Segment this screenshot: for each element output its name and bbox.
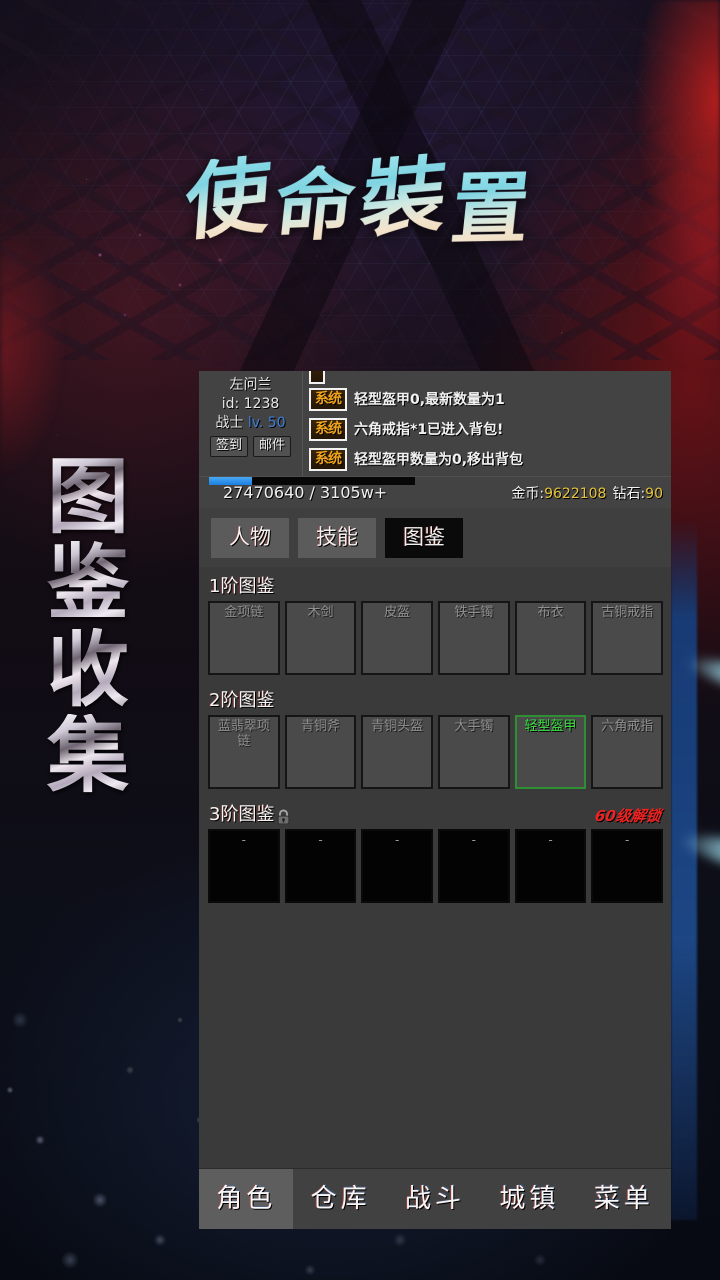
codex-item-name: 青铜斧 — [301, 719, 341, 734]
codex-item-name: 青铜头盔 — [371, 719, 424, 734]
system-tag: 系统 — [309, 447, 347, 471]
gold-label: 金币: — [511, 486, 545, 502]
codex-item-name: 六角戒指 — [601, 719, 654, 734]
nav-item-character[interactable]: 角色 — [199, 1169, 294, 1229]
player-id: id: 1238 — [221, 396, 280, 412]
diamond-label: 钻石: — [612, 486, 646, 502]
tab-codex[interactable]: 图鉴 — [385, 518, 463, 558]
diamond-value: 90 — [645, 486, 663, 502]
system-tag: 系统 — [309, 417, 347, 441]
game-ui-panel: 左问兰 id: 1238 战士 lv. 50 签到 邮件 系统 轻型盔甲0,最新… — [199, 371, 671, 1229]
checkin-button[interactable]: 签到 — [209, 436, 248, 457]
codex-item-name: 木剑 — [307, 605, 334, 620]
section-header: 1阶图鉴 — [207, 575, 663, 599]
lock-icon — [275, 809, 292, 826]
codex-slot[interactable]: 木剑 — [284, 601, 357, 675]
codex-slot[interactable]: 金项链 — [208, 601, 280, 675]
codex-slot-locked[interactable]: - — [284, 829, 357, 903]
section-title: 1阶图鉴 — [209, 576, 275, 597]
codex-slot[interactable]: 大手镯 — [438, 715, 510, 789]
section-title: 2阶图鉴 — [209, 690, 275, 711]
bottom-navigation: 角色 仓库 战斗 城镇 菜单 — [199, 1168, 671, 1229]
codex-slot[interactable]: 皮盔 — [361, 601, 434, 675]
panel-header: 左问兰 id: 1238 战士 lv. 50 签到 邮件 系统 轻型盔甲0,最新… — [199, 371, 671, 476]
nav-item-town[interactable]: 城镇 — [482, 1169, 576, 1229]
system-message-row: 系统 轻型盔甲数量为0,移出背包 — [309, 444, 665, 474]
codex-item-name: 古铜戒指 — [601, 605, 654, 620]
codex-grid: 蓝翡翠项链 青铜斧 青铜头盔 大手镯 轻型盔甲 六角戒指 — [207, 713, 664, 795]
gold-value: 9622108 — [544, 486, 607, 502]
codex-item-name: 皮盔 — [384, 605, 411, 620]
codex-item-name: 铁手镯 — [454, 605, 494, 620]
player-profile[interactable]: 左问兰 id: 1238 战士 lv. 50 签到 邮件 — [199, 371, 303, 476]
system-message-row: 系统 六角戒指*1已进入背包! — [309, 414, 665, 444]
codex-slot-locked[interactable]: - — [438, 829, 510, 903]
panel-tabs: 人物 技能 图鉴 — [199, 508, 671, 567]
tab-skills[interactable]: 技能 — [298, 518, 376, 558]
codex-slot-locked[interactable]: - — [591, 829, 664, 903]
codex-slot[interactable]: 青铜头盔 — [361, 715, 434, 789]
codex-item-name: 金项链 — [224, 605, 264, 620]
system-message-text: 轻型盔甲0,最新数量为1 — [354, 392, 505, 408]
system-tag: 系统 — [309, 387, 347, 411]
codex-slot[interactable]: 布衣 — [514, 601, 587, 675]
codex-slot-owned[interactable]: 轻型盔甲 — [514, 715, 587, 789]
content-empty-area — [207, 909, 663, 1161]
codex-slot[interactable]: 六角戒指 — [591, 715, 664, 789]
codex-item-name: - — [241, 833, 246, 847]
tab-character[interactable]: 人物 — [211, 518, 289, 558]
codex-section-tier3: 3阶图鉴 60级解锁 - - - - - - — [207, 803, 664, 909]
codex-item-name: - — [318, 833, 323, 847]
player-name: 左问兰 — [229, 377, 272, 393]
system-message-log[interactable]: 系统 轻型盔甲0,最新数量为1 系统 六角戒指*1已进入背包! 系统 轻型盔甲数… — [303, 371, 671, 476]
codex-section-tier2: 2阶图鉴 蓝翡翠项链 青铜斧 青铜头盔 大手镯 轻型盔甲 六角戒指 — [207, 689, 664, 795]
player-level: lv. 50 — [247, 415, 286, 431]
unlock-requirement-note: 60级解锁 — [593, 807, 663, 825]
game-screen: 使 命 裝 置 图 鉴 收 集 左问兰 id: 1238 战士 lv. 50 签… — [0, 0, 720, 1280]
codex-slot[interactable]: 青铜斧 — [284, 715, 357, 789]
system-tag — [309, 371, 325, 384]
codex-slot-locked[interactable]: - — [208, 829, 280, 903]
codex-item-name: 蓝翡翠项链 — [217, 719, 270, 749]
nav-item-menu[interactable]: 菜单 — [577, 1169, 671, 1229]
experience-text: 27470640 / 3105w+ — [223, 483, 388, 502]
nav-item-battle[interactable]: 战斗 — [388, 1169, 482, 1229]
codex-slot-locked[interactable]: - — [514, 829, 587, 903]
codex-item-name: 布衣 — [537, 605, 564, 620]
codex-grid: - - - - - - — [207, 827, 664, 909]
codex-item-name: 轻型盔甲 — [524, 719, 577, 734]
status-bar: 27470640 / 3105w+ 金币:9622108 钻石:90 — [199, 476, 671, 508]
section-title: 3阶图鉴 — [209, 804, 275, 825]
codex-section-tier1: 1阶图鉴 金项链 木剑 皮盔 铁手镯 布衣 古铜戒指 — [207, 575, 664, 681]
system-message-text: 六角戒指*1已进入背包! — [354, 422, 504, 438]
codex-content: 1阶图鉴 金项链 木剑 皮盔 铁手镯 布衣 古铜戒指 2阶图鉴 蓝翡翠项链 青铜… — [199, 575, 671, 1161]
player-class-level: 战士 lv. 50 — [199, 414, 302, 433]
codex-item-name: - — [395, 833, 400, 847]
system-message-text: 轻型盔甲数量为0,移出背包 — [354, 452, 524, 468]
system-message-row: 系统 轻型盔甲0,最新数量为1 — [309, 384, 665, 414]
codex-item-name: - — [625, 833, 630, 847]
player-class: 战士 — [215, 415, 244, 431]
codex-item-name: - — [471, 833, 477, 847]
codex-slot-locked[interactable]: - — [361, 829, 434, 903]
codex-slot[interactable]: 铁手镯 — [438, 601, 510, 675]
profile-buttons: 签到 邮件 — [199, 436, 302, 457]
codex-grid: 金项链 木剑 皮盔 铁手镯 布衣 古铜戒指 — [207, 599, 664, 681]
section-header: 2阶图鉴 — [207, 689, 663, 713]
mail-button[interactable]: 邮件 — [253, 436, 292, 457]
codex-slot[interactable]: 古铜戒指 — [591, 601, 664, 675]
codex-item-name: 大手镯 — [454, 719, 494, 734]
section-header: 3阶图鉴 60级解锁 — [207, 803, 663, 827]
nav-item-warehouse[interactable]: 仓库 — [293, 1169, 387, 1229]
system-message-row-clipped — [309, 371, 665, 384]
currency-display: 金币:9622108 钻石:90 — [511, 483, 663, 503]
codex-item-name: - — [548, 833, 553, 847]
codex-slot[interactable]: 蓝翡翠项链 — [208, 715, 280, 789]
